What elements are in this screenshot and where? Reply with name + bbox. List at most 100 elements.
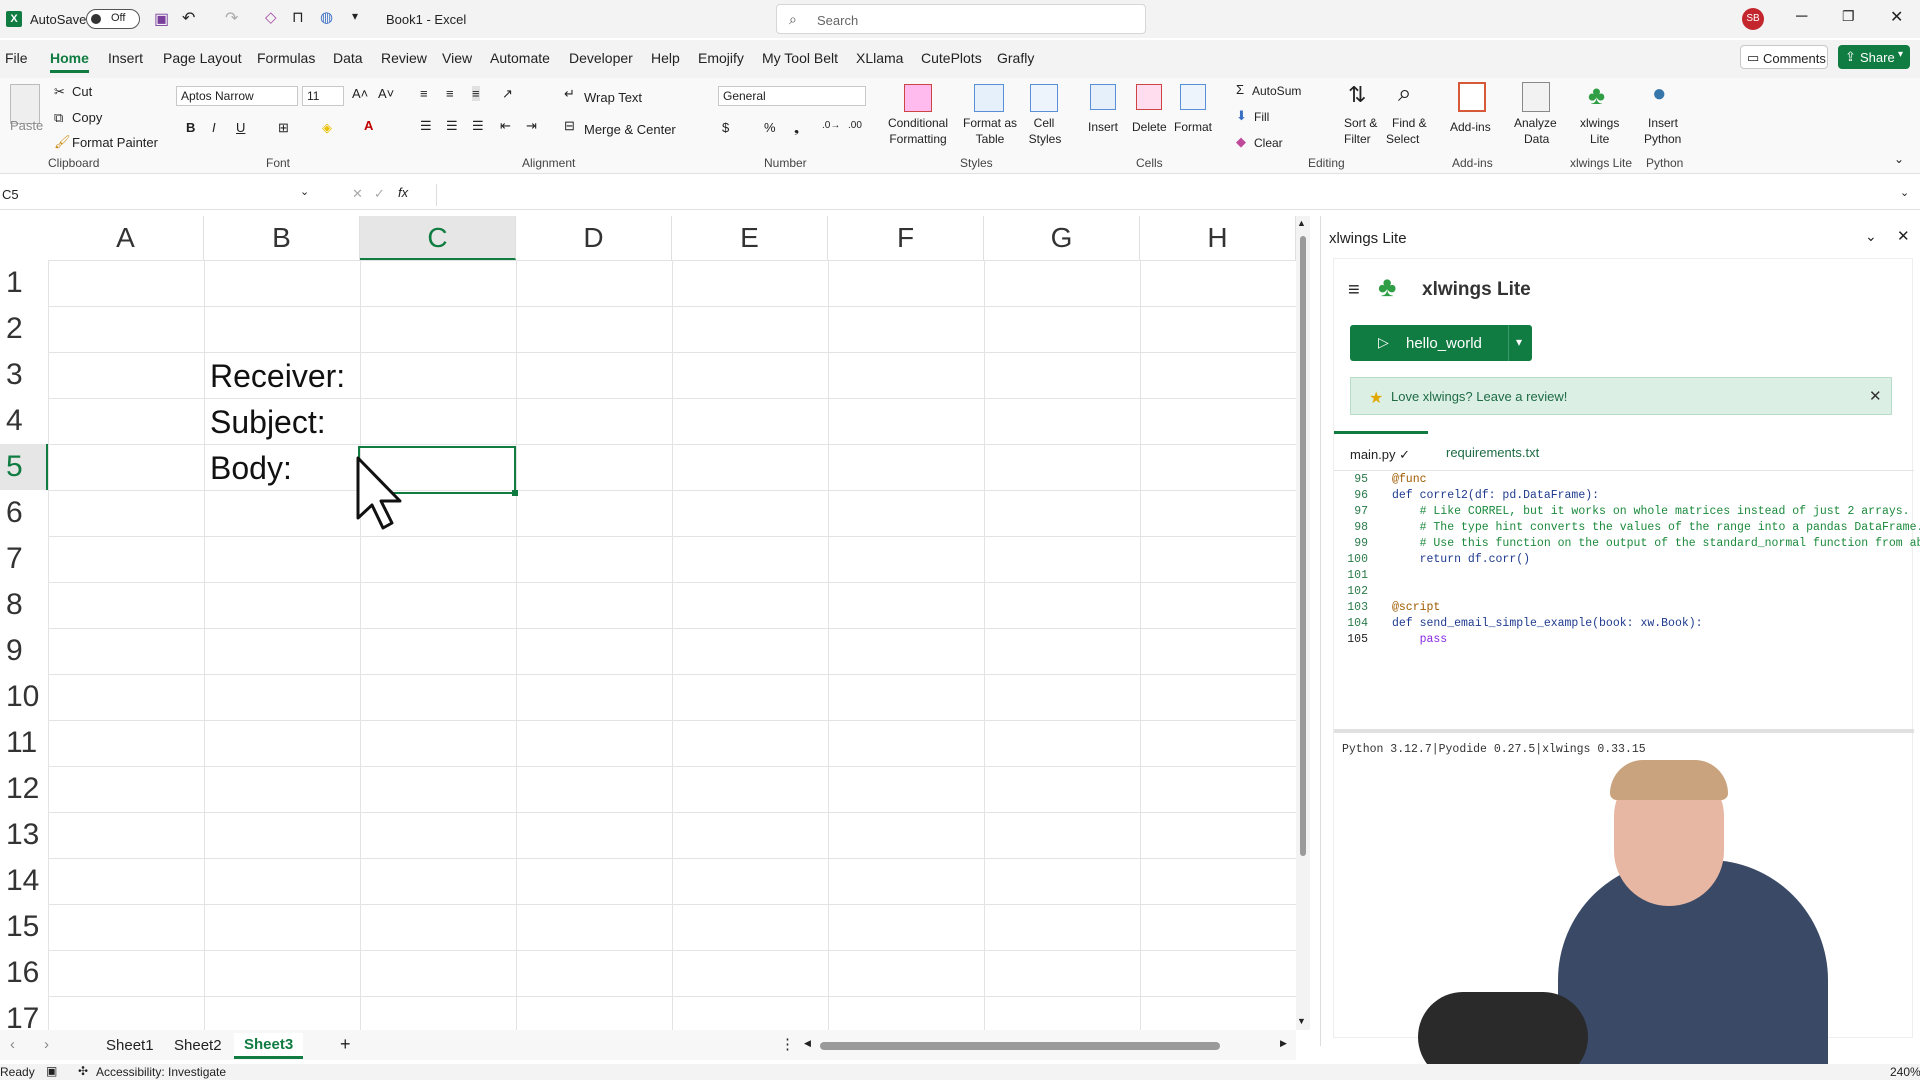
sheet-tab-1[interactable]: Sheet1	[106, 1037, 154, 1054]
column-header-h[interactable]: H	[1140, 216, 1296, 260]
menu-home[interactable]: Home	[50, 50, 89, 73]
menu-xllama[interactable]: XLlama	[856, 50, 903, 66]
decrease-decimal-icon[interactable]: .00	[848, 120, 862, 131]
expand-formula-icon[interactable]: ⌄	[1900, 186, 1909, 199]
insert-python-button[interactable]: Insert	[1648, 116, 1678, 130]
decrease-indent-icon[interactable]: ⇤	[500, 118, 511, 134]
menu-file[interactable]: File	[5, 50, 28, 66]
vertical-scrollbar[interactable]: ▲ ▼	[1296, 216, 1310, 1030]
prev-sheet-icon[interactable]: ‹	[10, 1036, 15, 1053]
row-header-4[interactable]: 4	[0, 398, 48, 444]
row-header-13[interactable]: 13	[0, 812, 48, 858]
row-header-3[interactable]: 3	[0, 352, 48, 398]
menu-page-layout[interactable]: Page Layout	[163, 50, 242, 66]
column-header-c[interactable]: C	[360, 216, 516, 260]
scroll-right-icon[interactable]: ▶	[1280, 1038, 1287, 1049]
tab-main-py[interactable]: main.py ✓	[1350, 447, 1410, 463]
next-sheet-icon[interactable]: ›	[44, 1036, 49, 1053]
cut-button[interactable]: Cut	[72, 84, 92, 99]
align-left-icon[interactable]: ☰	[420, 118, 432, 134]
borders-icon[interactable]: ⊞	[278, 120, 289, 136]
undo-icon[interactable]: ↶	[182, 8, 195, 28]
format-as-table-button[interactable]: Format as	[962, 116, 1018, 130]
autosave-toggle[interactable]: Off	[86, 9, 140, 29]
restore-icon[interactable]: ❐	[1842, 8, 1855, 25]
align-top-icon[interactable]: ≡	[420, 86, 428, 101]
fill-button[interactable]: Fill	[1254, 110, 1269, 124]
comma-icon[interactable]: ❟	[794, 120, 799, 136]
menu-developer[interactable]: Developer	[569, 50, 633, 66]
search-box[interactable]: ⌕ Search	[776, 4, 1146, 34]
name-box-dropdown-icon[interactable]: ⌄	[300, 185, 309, 198]
user-avatar[interactable]: SB	[1742, 8, 1764, 30]
review-banner-text[interactable]: Love xlwings? Leave a review!	[1391, 389, 1567, 404]
underline-icon[interactable]: U	[236, 120, 245, 135]
column-header-a[interactable]: A	[48, 216, 204, 260]
merge-center-button[interactable]: Merge & Center	[584, 122, 676, 137]
comments-button[interactable]: ▭ Comments	[1740, 45, 1828, 69]
increase-font-icon[interactable]: A˄	[352, 86, 368, 101]
align-center-icon[interactable]: ☰	[446, 118, 458, 134]
column-header-g[interactable]: G	[984, 216, 1140, 260]
row-header-7[interactable]: 7	[0, 536, 48, 582]
banner-close-icon[interactable]: ✕	[1869, 387, 1882, 405]
eraser-icon[interactable]: ◇	[265, 8, 277, 26]
decrease-font-icon[interactable]: A˅	[378, 86, 394, 101]
cell-b5[interactable]: Body:	[210, 450, 292, 487]
scroll-down-icon[interactable]: ▼	[1297, 1016, 1306, 1026]
xlwings-lite-button[interactable]: xlwings	[1580, 116, 1619, 130]
zoom-level[interactable]: 240%	[1890, 1065, 1920, 1079]
paste-button[interactable]: Paste	[10, 118, 43, 133]
panel-splitter[interactable]	[1334, 729, 1914, 733]
minimize-icon[interactable]: ─	[1796, 8, 1807, 26]
row-header-1[interactable]: 1	[0, 260, 48, 306]
format-painter-button[interactable]: Format Painter	[72, 135, 158, 150]
script-dropdown-icon[interactable]: ▾	[1516, 335, 1522, 349]
sheet-tab-3[interactable]: Sheet3	[234, 1033, 304, 1059]
insert-cells-button[interactable]: Insert	[1088, 120, 1118, 134]
conditional-formatting-button[interactable]: Conditional	[886, 116, 950, 130]
scroll-left-icon[interactable]: ◀	[804, 1038, 811, 1049]
present-icon[interactable]: ⊓	[292, 8, 304, 26]
addins-button[interactable]: Add-ins	[1450, 120, 1491, 134]
sheet-tab-2[interactable]: Sheet2	[174, 1037, 222, 1054]
vertical-scroll-thumb[interactable]	[1300, 236, 1306, 856]
autosum-button[interactable]: AutoSum	[1252, 84, 1301, 98]
row-header-6[interactable]: 6	[0, 490, 48, 536]
sort-filter-button[interactable]: Sort &	[1344, 116, 1377, 130]
macro-record-icon[interactable]: ▣	[46, 1064, 57, 1078]
pane-options-icon[interactable]: ⌄	[1865, 228, 1877, 245]
column-header-f[interactable]: F	[828, 216, 984, 260]
bold-icon[interactable]: B	[186, 120, 195, 135]
row-header-16[interactable]: 16	[0, 950, 48, 996]
code-editor[interactable]: 95 @func 96 def correl2(df: pd.DataFrame): 9…	[1334, 473, 1920, 646]
font-size-select[interactable]: 11	[302, 86, 344, 106]
menu-my-tool-belt[interactable]: My Tool Belt	[762, 50, 838, 66]
row-header-17[interactable]: 17	[0, 996, 48, 1030]
row-header-12[interactable]: 12	[0, 766, 48, 812]
find-select-button[interactable]: Find &	[1392, 116, 1427, 130]
tab-requirements[interactable]: requirements.txt	[1446, 445, 1539, 460]
menu-cuteplots[interactable]: CutePlots	[921, 50, 982, 66]
scroll-up-icon[interactable]: ▲	[1297, 218, 1306, 228]
align-bottom-icon[interactable]: ≡	[472, 86, 480, 101]
cell-b3[interactable]: Receiver:	[210, 358, 345, 395]
insert-function-button[interactable]: fx	[398, 185, 408, 200]
analyze-data-button[interactable]: Analyze	[1514, 116, 1557, 130]
menu-grafly[interactable]: Grafly	[997, 50, 1034, 66]
align-right-icon[interactable]: ☰	[472, 118, 484, 134]
row-header-9[interactable]: 9	[0, 628, 48, 674]
row-header-5[interactable]: 5	[0, 444, 48, 490]
font-color-icon[interactable]: A	[364, 118, 373, 133]
increase-decimal-icon[interactable]: .0→	[822, 120, 840, 131]
column-header-b[interactable]: B	[204, 216, 360, 260]
horizontal-scroll-thumb[interactable]	[820, 1042, 1220, 1050]
close-window-icon[interactable]: ✕	[1890, 7, 1903, 27]
clear-button[interactable]: Clear	[1254, 136, 1283, 150]
cancel-entry-icon[interactable]: ✕	[352, 186, 363, 202]
row-header-8[interactable]: 8	[0, 582, 48, 628]
fill-color-icon[interactable]: ◈	[322, 120, 332, 136]
delete-cells-button[interactable]: Delete	[1132, 120, 1167, 134]
menu-formulas[interactable]: Formulas	[257, 50, 315, 66]
format-cells-button[interactable]: Format	[1174, 120, 1212, 134]
